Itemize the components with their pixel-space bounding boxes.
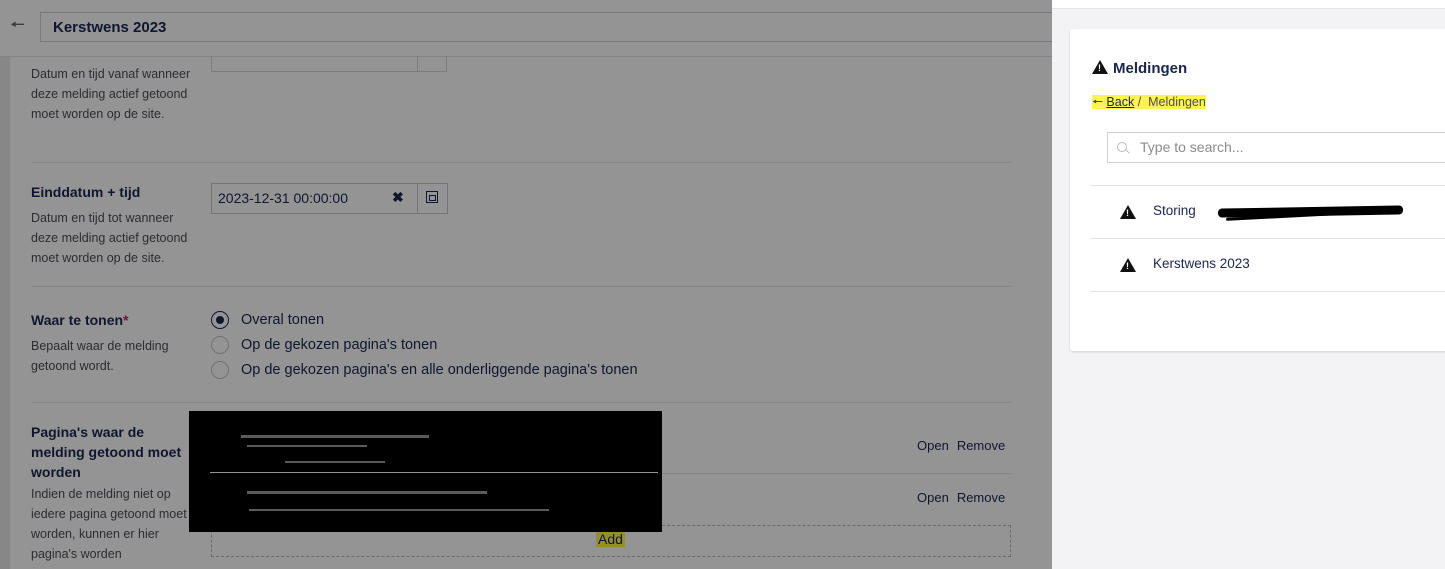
picker-card: Meldingen 🠔 Back / Meldingen Storing Ker…	[1070, 29, 1445, 351]
picker-list: Storing Kerstwens 2023	[1090, 185, 1445, 292]
list-item[interactable]: Storing	[1090, 185, 1445, 238]
list-item[interactable]: Kerstwens 2023	[1090, 238, 1445, 292]
warning-icon	[1120, 205, 1136, 219]
picker-title: Meldingen	[1092, 59, 1187, 77]
list-item-label: Kerstwens 2023	[1153, 256, 1250, 271]
search-input[interactable]	[1138, 138, 1442, 156]
warning-icon	[1120, 258, 1136, 272]
content-editor: 🠔 Kerstwens 2023 Datum en tijd vanaf wan…	[0, 0, 1052, 569]
modal-overlay[interactable]	[0, 0, 1052, 569]
breadcrumb-back-link[interactable]: Back	[1106, 95, 1134, 109]
content-picker-panel: Meldingen 🠔 Back / Meldingen Storing Ker…	[1052, 0, 1445, 569]
panel-header	[1052, 0, 1445, 9]
search-field[interactable]	[1107, 132, 1445, 163]
breadcrumb-current: Meldingen	[1148, 95, 1206, 109]
breadcrumb: 🠔 Back / Meldingen	[1092, 95, 1206, 109]
list-item-label: Storing	[1153, 203, 1196, 218]
search-icon	[1117, 142, 1127, 152]
warning-icon	[1092, 60, 1108, 74]
